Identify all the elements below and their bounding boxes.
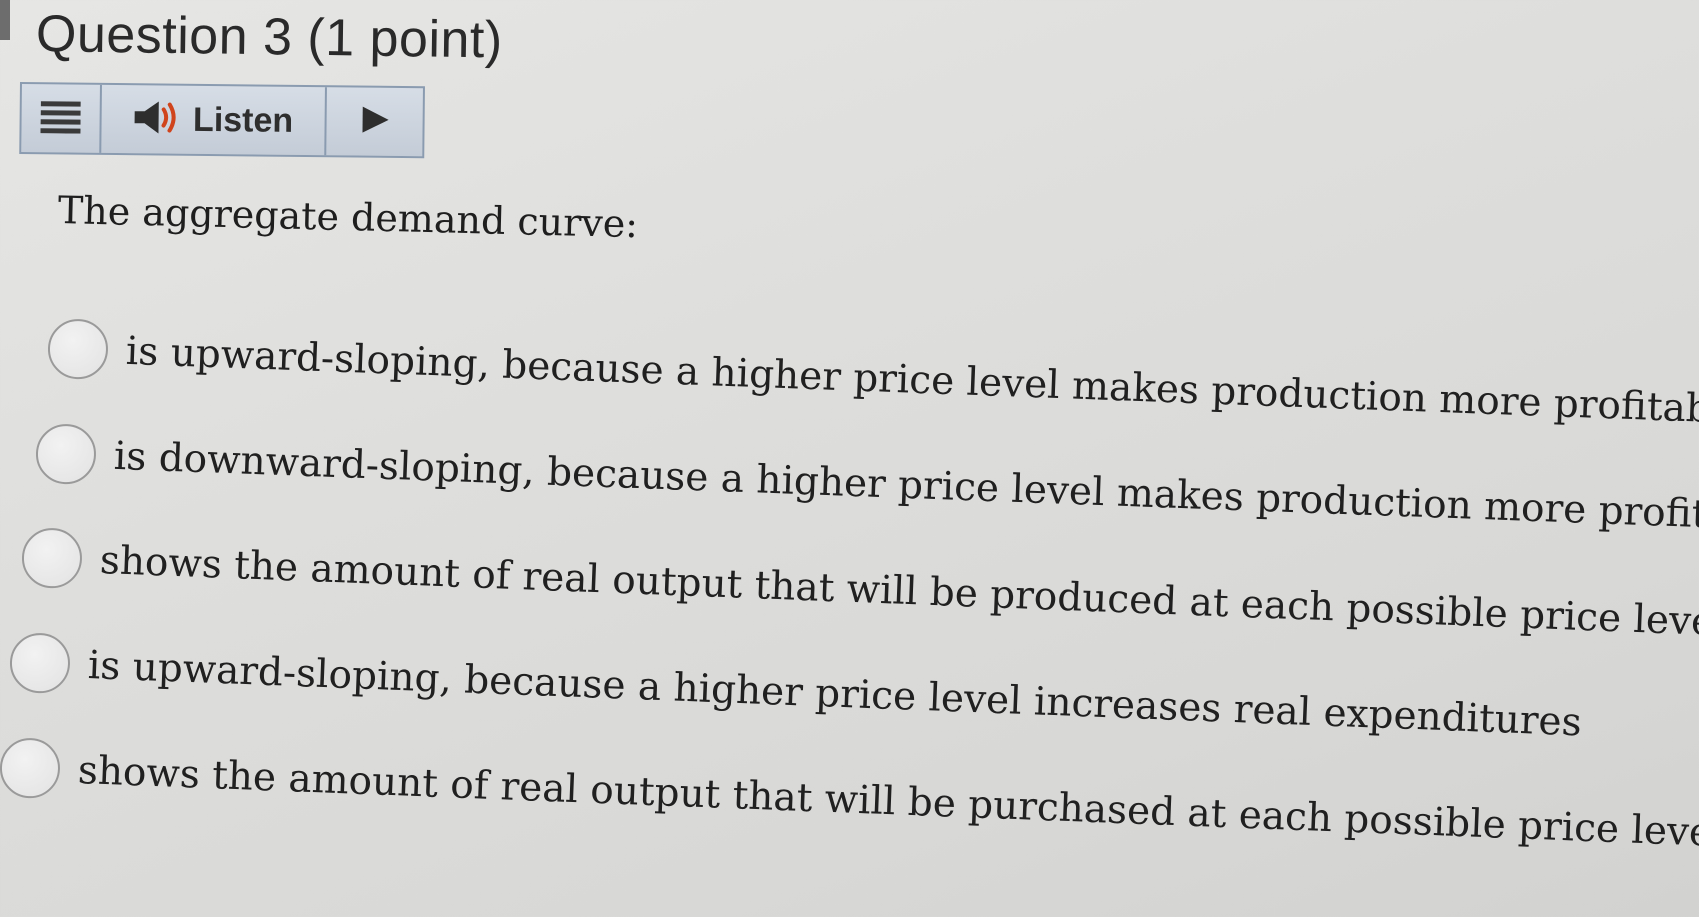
answer-option-label: shows the amount of real output that wil… (99, 537, 1699, 645)
radio-button[interactable] (20, 527, 84, 590)
answer-option-label: is upward-sloping, because a higher pric… (87, 642, 1583, 745)
answer-option[interactable]: is downward-sloping, because a higher pr… (34, 423, 1699, 547)
answer-option-label: is upward-sloping, because a higher pric… (125, 328, 1699, 433)
radio-button[interactable] (8, 632, 72, 695)
radio-button[interactable] (0, 737, 62, 800)
answer-option[interactable]: is upward-sloping, because a higher pric… (8, 632, 1583, 752)
answer-choices: is upward-sloping, because a higher pric… (0, 0, 1699, 917)
answer-option[interactable]: shows the amount of real output that wil… (0, 737, 1699, 863)
answer-option-label: is downward-sloping, because a higher pr… (113, 433, 1699, 540)
radio-button[interactable] (34, 423, 98, 486)
answer-option[interactable]: is upward-sloping, because a higher pric… (46, 318, 1699, 440)
radio-button[interactable] (46, 318, 110, 381)
answer-option[interactable]: shows the amount of real output that wil… (20, 527, 1699, 652)
answer-option-label: shows the amount of real output that wil… (77, 747, 1699, 856)
